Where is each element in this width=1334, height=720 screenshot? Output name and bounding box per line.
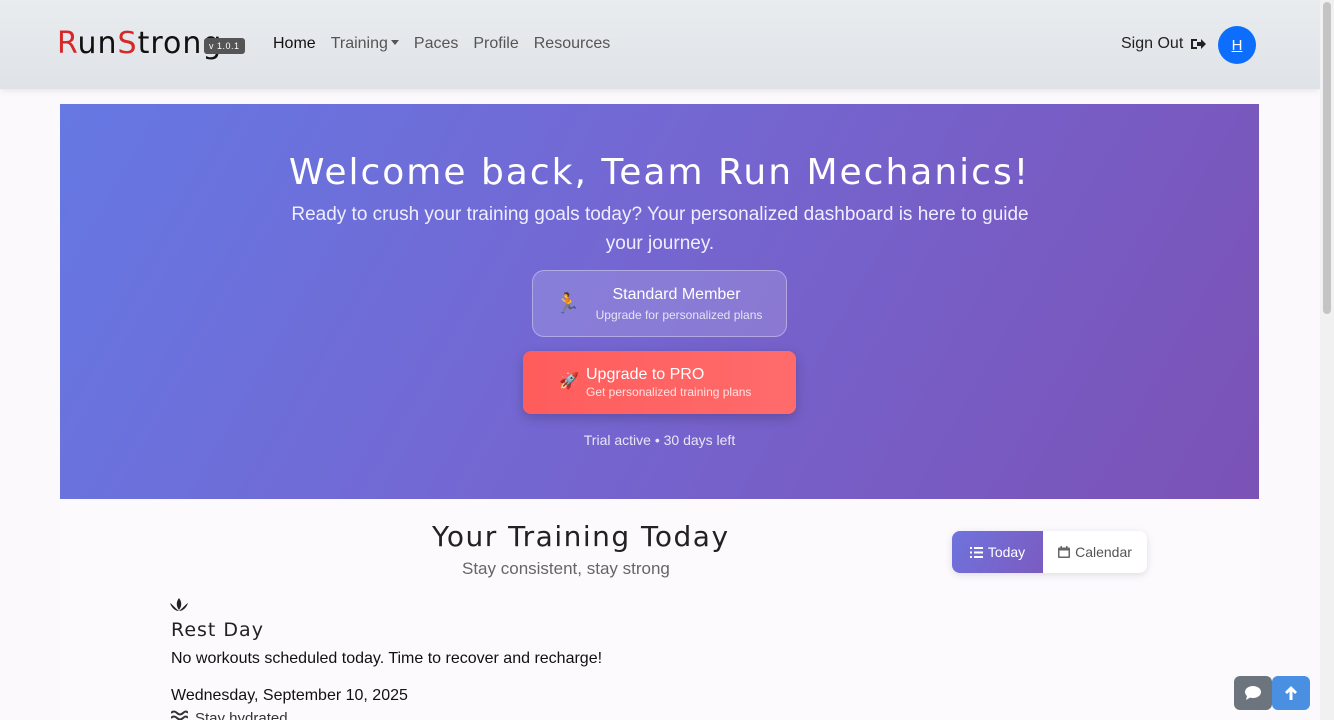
sign-out-icon bbox=[1191, 39, 1207, 49]
calendar-label: Calendar bbox=[1075, 544, 1132, 560]
version-badge: v 1.0.1 bbox=[204, 38, 245, 54]
membership-card[interactable]: 🏃 Standard Member Upgrade for personaliz… bbox=[532, 270, 787, 337]
chat-icon bbox=[1245, 686, 1261, 700]
nav-profile[interactable]: Profile bbox=[473, 35, 518, 53]
caret-down-icon bbox=[390, 40, 399, 45]
nav-links: Home Training Paces Profile Resources bbox=[273, 35, 610, 53]
upgrade-subtitle: Get personalized training plans bbox=[586, 385, 752, 399]
chat-button[interactable] bbox=[1234, 676, 1272, 710]
hydration-tip: Stay hydrated bbox=[171, 710, 288, 720]
lotus-icon bbox=[170, 598, 188, 611]
upgrade-pro-button[interactable]: 🚀 Upgrade to PRO Get personalized traini… bbox=[523, 351, 796, 414]
hero-title: Welcome back, Team Run Mechanics! bbox=[288, 152, 1031, 193]
scrollbar-thumb[interactable] bbox=[1323, 2, 1331, 314]
page-scrollbar[interactable] bbox=[1320, 0, 1334, 720]
trial-status: Trial active • 30 days left bbox=[583, 432, 736, 448]
sign-out-label: Sign Out bbox=[1121, 35, 1184, 52]
calendar-view-button[interactable]: Calendar bbox=[1043, 531, 1147, 573]
brand-letter-s: S bbox=[117, 26, 138, 61]
today-date: Wednesday, September 10, 2025 bbox=[171, 687, 408, 704]
brand-letter-r: R bbox=[57, 26, 78, 61]
today-view-button[interactable]: Today bbox=[952, 531, 1043, 573]
nav-home[interactable]: Home bbox=[273, 35, 316, 53]
rocket-icon: 🚀 bbox=[559, 373, 579, 390]
upgrade-title: Upgrade to PRO bbox=[586, 366, 705, 383]
water-icon bbox=[171, 710, 188, 720]
arrow-up-icon bbox=[1285, 686, 1297, 700]
scroll-to-top-button[interactable] bbox=[1272, 676, 1310, 710]
membership-subtitle: Upgrade for personalized plans bbox=[595, 308, 763, 322]
nav-training-dropdown[interactable]: Training bbox=[331, 35, 399, 53]
view-toggle: Today Calendar bbox=[952, 531, 1147, 573]
membership-title: Standard Member bbox=[612, 286, 741, 303]
hydration-tip-text: Stay hydrated bbox=[195, 710, 288, 720]
navbar: RunStrong v 1.0.1 Home Training Paces Pr… bbox=[0, 0, 1320, 89]
today-label: Today bbox=[987, 544, 1026, 560]
nav-resources[interactable]: Resources bbox=[534, 35, 610, 53]
brand-logo[interactable]: RunStrong bbox=[57, 26, 222, 61]
user-avatar[interactable]: H bbox=[1218, 26, 1256, 64]
hero-subtitle: Ready to crush your training goals today… bbox=[291, 204, 1029, 254]
welcome-hero: Welcome back, Team Run Mechanics! Ready … bbox=[60, 104, 1259, 499]
nav-paces[interactable]: Paces bbox=[414, 35, 458, 53]
calendar-icon bbox=[1058, 546, 1071, 558]
brand-part-un: un bbox=[77, 26, 118, 61]
runner-icon: 🏃 bbox=[555, 293, 580, 315]
training-subtitle: Stay consistent, stay strong bbox=[462, 559, 670, 578]
training-title: Your Training Today bbox=[432, 520, 730, 553]
rest-day-message: No workouts scheduled today. Time to rec… bbox=[171, 650, 603, 667]
nav-training-label: Training bbox=[330, 35, 388, 52]
sign-out-button[interactable]: Sign Out bbox=[1121, 35, 1207, 53]
list-icon bbox=[969, 546, 983, 558]
rest-day-title: Rest Day bbox=[171, 619, 264, 641]
